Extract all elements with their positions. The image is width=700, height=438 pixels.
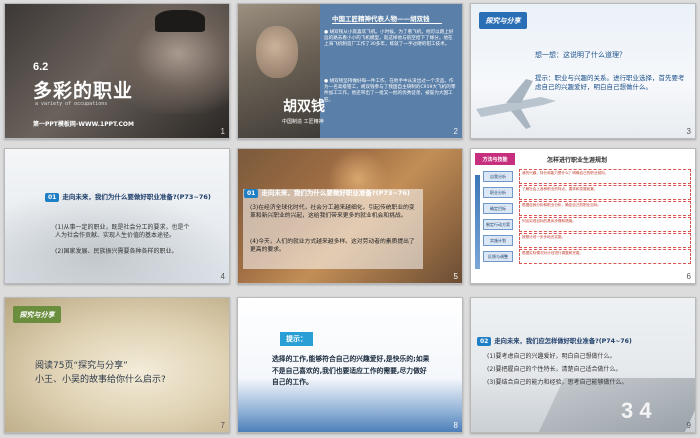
heading: 01 走向未来，我们为什么要做好职业准备?(P73~76) [45,191,211,202]
step-desc-4: 列出实现目标的具体步骤和措施。 [519,217,691,232]
heading-text: 走向未来，我们为什么要做好职业准备?(P73~76) [62,193,211,201]
steps-list: 自我分析 职业分析 确定目标 制定行动方案 实施计划 反馈与调整 [483,171,513,262]
step-desc-text-1: 我的兴趣、特长和能力是什么？明确自己的职业倾向。 [522,171,609,175]
step-box-1: 自我分析 [483,171,513,182]
slide-thumbnail-6[interactable]: 方法与技能 怎样进行职业生涯规划 自我分析 职业分析 确定目标 制定行动方案 实… [470,148,696,284]
portrait-name: 胡双钱 [283,99,325,115]
step-box-4: 制定行动方案 [483,219,513,230]
explore-share-logo: 探究与分享 [13,306,61,323]
step-desc-6: 根据实际情况对计划进行调整和完善。 [519,249,691,264]
slide-thumbnail-7[interactable]: 探究与分享 阅读75页“探究与分享” 小王、小吴的故事给你什么启示? 7 [4,297,230,433]
airplane-graphic [471,59,561,134]
track-lane-numbers: 3 4 [621,398,652,423]
cap-shape [155,10,205,32]
airplane-icon [476,79,556,129]
step-desc-5: 按照计划一步步地去实施。 [519,233,691,248]
question-text: 想一想：这说明了什么道理？ [535,51,626,59]
slide-number: 6 [686,272,691,281]
heading: 02 走向未来，我们应怎样做好职业准备?(P74~76) [477,336,632,346]
step-label-4: 制定行动方案 [486,221,510,227]
heading-underline [332,23,442,24]
section-number: 6.2 [33,61,49,73]
step-desc-text-2: 了解社会上各种职业的特点、要求和发展前景。 [522,187,598,191]
explore-share-logo: 探究与分享 [479,12,527,29]
point-3: (3)在经济全球化时代，社会分工越来越细化，引起传统职业的变革和新兴职业的兴起，… [250,205,415,219]
step-desc-text-6: 根据实际情况对计划进行调整和完善。 [522,251,584,255]
slide-subtitle: a variety of occupations [35,101,108,107]
paragraph-2-text: 胡双钱坚持做好每一件工作，在他手中从没出过一个次品。作为一名高级钳工，胡双钱参与… [324,79,456,103]
slide-thumbnail-3[interactable]: 探究与分享 想一想：这说明了什么道理？ 提示：职业与兴趣的关系。进行职业选择，首… [470,3,696,139]
slide-thumbnail-2[interactable]: 胡双钱 中国制造 工匠精神 中国工匠精神代表人物——胡双钱 ● 胡双钱从小就喜欢… [237,3,463,139]
points-list: (1)要考虑自己的兴趣爱好，明白自己想做什么。 (2)要把握自己的个性特长，清楚… [487,353,687,387]
step-box-6: 反馈与调整 [483,251,513,262]
section-badge: 01 [45,193,60,202]
step-desc-text-4: 列出实现目标的具体步骤和措施。 [522,219,576,223]
step-label-6: 反馈与调整 [488,253,508,259]
slide-thumbnail-1[interactable]: 6.2 多彩的职业 a variety of occupations 第一PPT… [4,3,230,139]
slide-number: 2 [453,127,458,136]
slide-title: 多彩的职业 [33,80,134,102]
slide-number: 4 [220,272,225,281]
slide-number: 5 [453,272,458,281]
list-item: (3)要结合自己的能力和经验，思考自己能够做什么。 [487,379,628,387]
step-desc-3: 根据自我分析和职业分析，确定自己的职业目标。 [519,201,691,216]
slide-number: 9 [686,421,691,430]
paragraph-1-text: 胡双钱从小就喜欢飞机。小时候，为了看飞机，他可以跑上好远的路去看小小的飞机模型，… [324,30,454,48]
slide-number: 1 [220,127,225,136]
portrait-face [256,26,298,78]
heading: 中国工匠精神代表人物——胡双钱 [332,15,430,23]
flow-arrow [475,175,480,269]
portrait-caption: 中国制造 工匠精神 [282,119,324,125]
step-box-3: 确定目标 [483,203,513,214]
diagram-heading: 怎样进行职业生涯规划 [547,157,608,164]
slide-number: 7 [220,421,225,430]
heading-text: 走向未来，我们为什么要做好职业准备?(P73~76) [261,189,410,197]
point-1: (1)从事一定的职业，既是社会分工的要求，也是个人为社会作贡献、实现人生价值的基… [55,224,190,240]
heading-text: 走向未来，我们应怎样做好职业准备?(P74~76) [494,338,632,345]
list-item: (2)要把握自己的个性特长，清楚自己适合做什么。 [487,366,622,374]
slide-thumbnail-8[interactable]: 提示： 选择的工作,能够符合自己的兴趣爱好,是快乐的;如果不是自己喜欢的,我们也… [237,297,463,433]
step-label-3: 确定目标 [490,205,506,211]
point-4: (4)今天，人们的就业方式越来越多样。这对劳动者的素质提出了更高的要求。 [250,239,415,253]
step-label-1: 自我分析 [490,173,506,179]
method-skill-logo: 方法与技能 [475,153,515,165]
step-label-5: 实施计划 [490,237,506,243]
slide-number: 8 [453,421,458,430]
slide-thumbnail-4[interactable]: 01 走向未来，我们为什么要做好职业准备?(P73~76) (1)从事一定的职业，… [4,148,230,284]
section-badge: 01 [244,189,259,198]
slide-thumbnail-9[interactable]: 3 4 02 走向未来，我们应怎样做好职业准备?(P74~76) (1)要考虑自己… [470,297,696,433]
slide-number: 3 [686,127,691,136]
reading-prompt: 阅读75页“探究与分享” [35,361,128,371]
step-desc-text-3: 根据自我分析和职业分析，确定自己的职业目标。 [522,203,602,207]
footer-watermark: 第一PPT模板网-WWW.1PPT.COM [33,121,134,128]
list-item: (1)要考虑自己的兴趣爱好，明白自己想做什么。 [487,353,616,360]
step-box-5: 实施计划 [483,235,513,246]
step-descriptions: 我的兴趣、特长和能力是什么？明确自己的职业倾向。 了解社会上各种职业的特点、要求… [519,169,691,264]
paragraph-1: ● 胡双钱从小就喜欢飞机。小时候，为了看飞机，他可以跑上好远的路去看小小的飞机模… [324,30,456,49]
reflection-question: 小王、小吴的故事给你什么启示? [35,375,166,385]
text-panel [243,189,423,269]
step-label-2: 职业分析 [490,189,506,195]
step-desc-1: 我的兴趣、特长和能力是什么？明确自己的职业倾向。 [519,169,691,184]
tip-label: 提示： [280,332,313,346]
step-desc-text-5: 按照计划一步步地去实施。 [522,235,566,239]
slide-thumbnail-5[interactable]: 01 走向未来，我们为什么要做好职业准备?(P73~76) (3)在经济全球化时代… [237,148,463,284]
step-desc-2: 了解社会上各种职业的特点、要求和发展前景。 [519,185,691,200]
heading: 01 走向未来，我们为什么要做好职业准备?(P73~76) [244,187,410,198]
tip-text: 选择的工作,能够符合自己的兴趣爱好,是快乐的;如果不是自己喜欢的,我们也要适应工… [272,355,430,387]
answer-text: 提示：职业与兴趣的关系。进行职业选择，首先要考虑自己的兴趣爱好，明白自己想做什么… [535,74,685,92]
step-box-2: 职业分析 [483,187,513,198]
point-2: (2)国家发展、民族振兴需要各种各样的职业。 [55,248,178,255]
section-badge: 02 [477,337,492,346]
paragraph-2: ● 胡双钱坚持做好每一件工作，在他手中从没出过一个次品。作为一名高级钳工，胡双钱… [324,79,456,104]
